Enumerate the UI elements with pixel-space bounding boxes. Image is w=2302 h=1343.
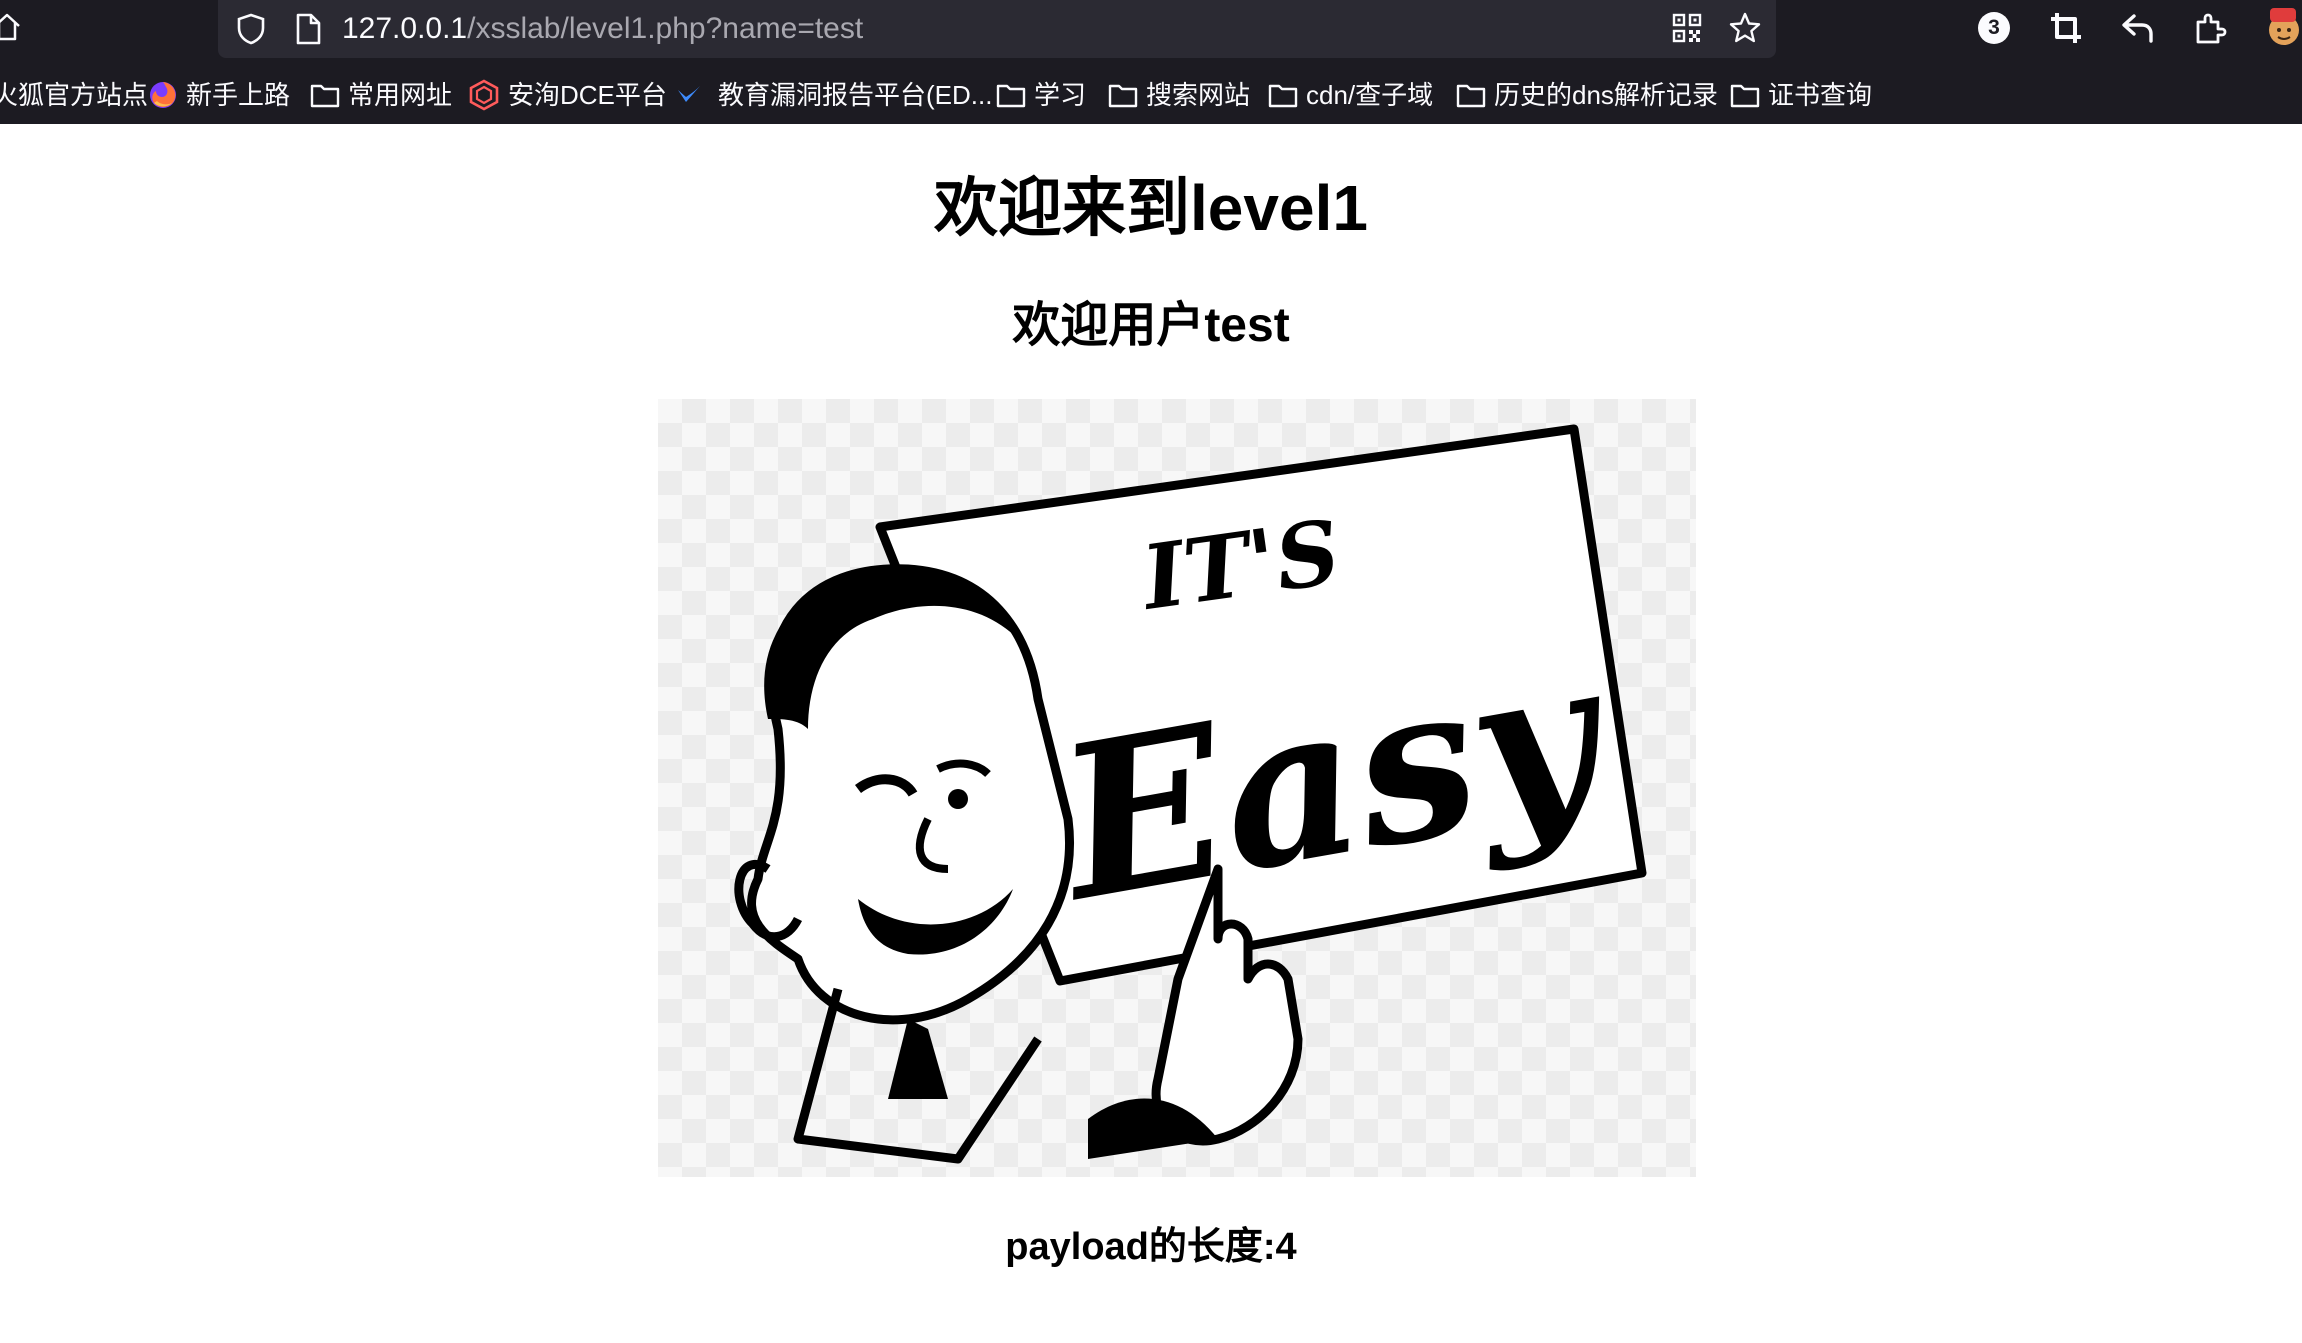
- edu-src-icon: [678, 86, 700, 102]
- bookmark-label: 安洵DCE平台: [508, 80, 667, 110]
- bookmark-folder-search-sites[interactable]: 搜索网站: [1108, 72, 1250, 118]
- bookmark-folder-study[interactable]: 学习: [996, 72, 1086, 118]
- folder-icon: [1730, 84, 1760, 108]
- url-host: 127.0.0.1: [342, 12, 468, 45]
- bookmark-folder-cert-lookup[interactable]: 证书查询: [1730, 72, 1872, 118]
- bookmark-label: 证书查询: [1768, 80, 1873, 110]
- its-easy-image: IT'S Easy: [658, 399, 1696, 1177]
- address-bar[interactable]: 127.0.0.1/xsslab/level1.php?name=test: [218, 0, 1776, 58]
- home-button[interactable]: [0, 12, 22, 42]
- back-arrow-icon[interactable]: [2120, 10, 2156, 46]
- bookmark-label: 教育漏洞报告平台(ED...: [718, 80, 993, 110]
- bookmark-label: 新手上路: [186, 80, 291, 110]
- bookmark-folder-common-sites[interactable]: 常用网址: [310, 72, 452, 118]
- extensions-badge[interactable]: 3: [1978, 12, 2010, 44]
- bookmark-firefox-official[interactable]: 火狐官方站点: [0, 72, 148, 118]
- folder-icon: [1456, 84, 1486, 108]
- bookmark-label: 搜索网站: [1146, 80, 1251, 110]
- bookmark-label: 火狐官方站点: [0, 80, 149, 110]
- welcome-user-heading: 欢迎用户test: [1012, 299, 1290, 352]
- bookmark-label: cdn/查子域: [1306, 80, 1434, 110]
- browser-chrome: 127.0.0.1/xsslab/level1.php?name=test 3: [0, 0, 2302, 124]
- its-easy-illustration: IT'S Easy: [734, 424, 1647, 1164]
- url-text[interactable]: 127.0.0.1/xsslab/level1.php?name=test: [342, 8, 863, 50]
- url-path: /xsslab/level1.php?name=test: [467, 12, 864, 45]
- firefox-icon: [150, 82, 176, 108]
- bookmark-edu-src[interactable]: 教育漏洞报告平台(ED...: [676, 72, 992, 118]
- tracking-protection-shield-icon[interactable]: [236, 13, 266, 45]
- bookmark-dce-platform[interactable]: 安洵DCE平台: [468, 72, 667, 118]
- dce-logo-icon: [469, 79, 499, 111]
- page-heading: 欢迎来到level1: [934, 172, 1368, 244]
- bookmark-label: 历史的dns解析记录: [1494, 80, 1718, 110]
- folder-icon: [1108, 84, 1138, 108]
- extensions-puzzle-icon[interactable]: [2192, 10, 2228, 46]
- folder-icon: [310, 84, 340, 108]
- bookmark-label: 学习: [1034, 80, 1087, 110]
- bookmarks-toolbar: 火狐官方站点 新手上路 常用网址 安洵DCE平台 教育漏洞报告平台(ED... …: [0, 72, 2302, 124]
- folder-icon: [996, 84, 1026, 108]
- bookmark-getting-started[interactable]: 新手上路: [148, 72, 290, 118]
- bookmark-folder-cdn-subdomain[interactable]: cdn/查子域: [1268, 72, 1433, 118]
- screenshot-crop-icon[interactable]: [2048, 10, 2084, 46]
- folder-icon: [1268, 84, 1298, 108]
- qr-code-icon[interactable]: [1672, 13, 1702, 43]
- browser-toolbar: 127.0.0.1/xsslab/level1.php?name=test 3: [0, 0, 2302, 58]
- page-content: 欢迎来到level1 欢迎用户test IT'S Easy payload的长度…: [0, 124, 2302, 1343]
- bookmark-star-icon[interactable]: [1728, 11, 1762, 45]
- profile-avatar-icon[interactable]: [2264, 6, 2302, 48]
- home-icon: [0, 13, 20, 41]
- bookmark-folder-dns-history[interactable]: 历史的dns解析记录: [1456, 72, 1718, 118]
- page-info-icon[interactable]: [294, 13, 322, 45]
- bookmark-label: 常用网址: [348, 80, 453, 110]
- payload-length-text: payload的长度:4: [1005, 1226, 1297, 1268]
